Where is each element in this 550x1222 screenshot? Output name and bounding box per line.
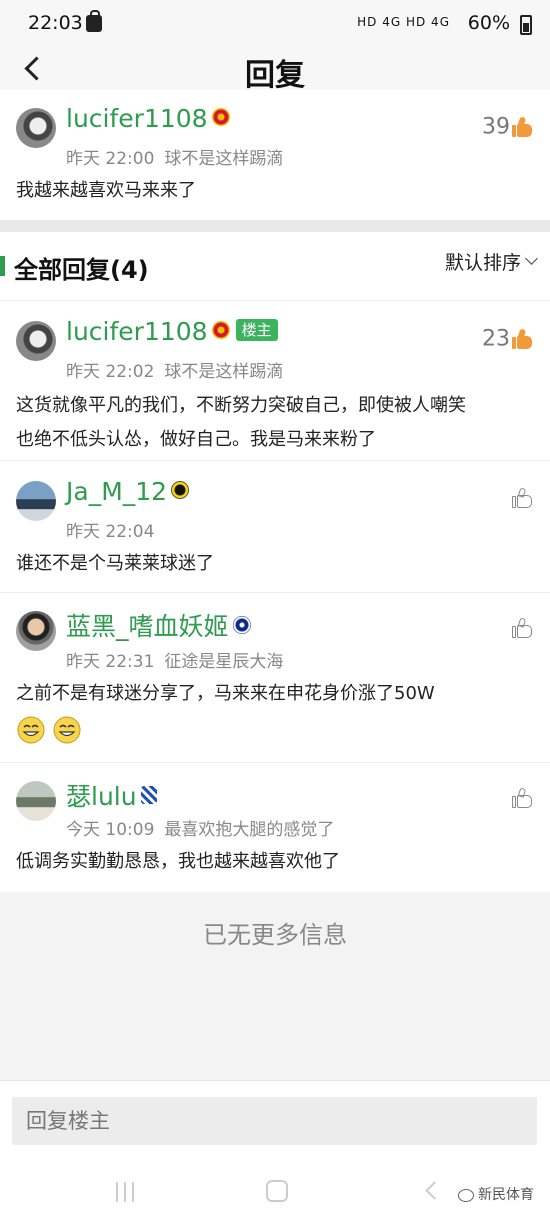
shopping-bag-icon <box>86 10 102 32</box>
grin-emoji-icon <box>53 716 81 744</box>
recent-apps-icon[interactable] <box>116 1182 134 1202</box>
avatar[interactable] <box>16 108 56 148</box>
reply-item: 瑟lulu 今天 10:09 最喜欢抱大腿的感觉了 低调务实勤勤恳恳，我也越来越喜… <box>0 762 550 892</box>
reply-content: 低调务实勤勤恳恳，我也越来越喜欢他了 <box>16 851 340 872</box>
user-signature: 球不是这样踢滴 <box>164 149 284 169</box>
user-signature: 球不是这样踢滴 <box>164 362 284 382</box>
manchester-united-badge-icon <box>211 108 230 126</box>
post-date: 昨天 22:00 <box>66 149 155 169</box>
like-button[interactable]: 39 <box>482 114 534 140</box>
host-tag-badge: 楼主 <box>235 319 278 341</box>
avatar[interactable] <box>16 611 56 651</box>
section-divider <box>0 220 550 232</box>
like-count: 39 <box>482 114 510 140</box>
battery-percent: 60% <box>467 12 510 34</box>
username[interactable]: Ja_M_12 <box>66 477 167 506</box>
watermark-text: 新民体育 <box>478 1187 534 1203</box>
reply-list: lucifer1108 楼主 23 昨天 22:02 球不是这样踢滴 这货就像平凡的… <box>0 300 550 892</box>
avatar[interactable] <box>16 781 56 821</box>
chevron-down-icon <box>525 252 538 265</box>
system-nav-bar: 新民体育 <box>0 1170 550 1222</box>
section-accent-bar <box>0 256 5 276</box>
sort-label: 默认排序 <box>444 252 521 274</box>
manchester-united-badge-icon <box>211 321 230 339</box>
post-content: 我越来越喜欢马来来了 <box>16 180 196 201</box>
reply-item: Ja_M_12 昨天 22:04 谁还不是个马莱莱球迷了 <box>0 460 550 592</box>
watermark: 新民体育 <box>458 1184 534 1204</box>
user-signature: 征途是星辰大海 <box>164 652 284 672</box>
reply-item: 蓝黑_嗜血妖姬 昨天 22:31 征途是星辰大海 之前不是有球迷分享了，马来来在申… <box>0 592 550 762</box>
borussia-dortmund-badge-icon <box>171 481 190 499</box>
replies-header: 全部回复(4) 默认排序 <box>0 232 550 300</box>
reply-content-line: 这货就像平凡的我们，不断努力突破自己，即使被人嘲笑 <box>16 395 466 416</box>
thumbs-up-icon <box>512 116 534 138</box>
original-post: lucifer1108 39 昨天 22:00 球不是这样踢滴 我越来越喜欢马来来… <box>0 90 550 220</box>
sort-dropdown[interactable]: 默认排序 <box>444 248 538 275</box>
user-signature: 最喜欢抱大腿的感觉了 <box>164 820 335 840</box>
emoji-row <box>16 715 536 757</box>
nav-bar: 回复 <box>0 50 550 93</box>
status-time: 22:03 <box>28 12 83 34</box>
page-title: 回复 <box>245 58 305 93</box>
end-of-list-note: 已无更多信息 <box>203 921 347 949</box>
like-button[interactable] <box>510 785 534 810</box>
status-bar: 22:03 HD 4G HD 4G 60% <box>0 0 550 50</box>
reply-date: 今天 10:09 <box>66 820 155 840</box>
username[interactable]: lucifer1108 <box>66 104 208 133</box>
like-button[interactable]: 23 <box>482 326 534 352</box>
wechat-icon <box>458 1188 474 1202</box>
username[interactable]: lucifer1108 <box>66 317 208 346</box>
like-count: 23 <box>482 326 510 352</box>
like-button[interactable] <box>510 615 534 640</box>
reply-input[interactable] <box>12 1097 537 1145</box>
avatar[interactable] <box>16 321 56 361</box>
avatar[interactable] <box>16 481 56 521</box>
reply-item: lucifer1108 楼主 23 昨天 22:02 球不是这样踢滴 这货就像平凡的… <box>0 300 550 460</box>
username[interactable]: 蓝黑_嗜血妖姬 <box>66 612 229 641</box>
battery-icon <box>520 15 532 35</box>
thumbs-up-icon <box>512 787 534 809</box>
system-back-icon[interactable] <box>425 1181 444 1200</box>
reply-content-line: 也绝不低头认怂，做好自己。我是马来来粉了 <box>16 429 376 450</box>
thumbs-up-icon <box>512 328 534 350</box>
network-indicator: HD 4G HD 4G <box>357 15 450 29</box>
inter-milan-badge-icon <box>232 616 251 634</box>
thumbs-up-icon <box>512 617 534 639</box>
grin-emoji-icon <box>17 716 45 744</box>
reply-content: 这货就像平凡的我们，不断努力突破自己，即使被人嘲笑 也绝不低头认怂，做好自己。我… <box>16 389 536 457</box>
reply-bar <box>0 1080 550 1170</box>
reply-content-text: 之前不是有球迷分享了，马来来在申花身价涨了50W <box>16 683 435 704</box>
reply-date: 昨天 22:04 <box>66 522 155 542</box>
replies-title: 全部回复(4) <box>14 256 149 284</box>
reply-content: 之前不是有球迷分享了，马来来在申花身价涨了50W <box>16 677 536 757</box>
reply-content: 谁还不是个马莱莱球迷了 <box>16 553 214 574</box>
reply-date: 昨天 22:02 <box>66 362 155 382</box>
like-button[interactable] <box>510 485 534 510</box>
username[interactable]: 瑟lulu <box>66 782 137 811</box>
shanghai-shenhua-badge-icon <box>140 786 157 804</box>
thumbs-up-icon <box>512 487 534 509</box>
home-icon[interactable] <box>266 1180 288 1202</box>
reply-date: 昨天 22:31 <box>66 652 155 672</box>
